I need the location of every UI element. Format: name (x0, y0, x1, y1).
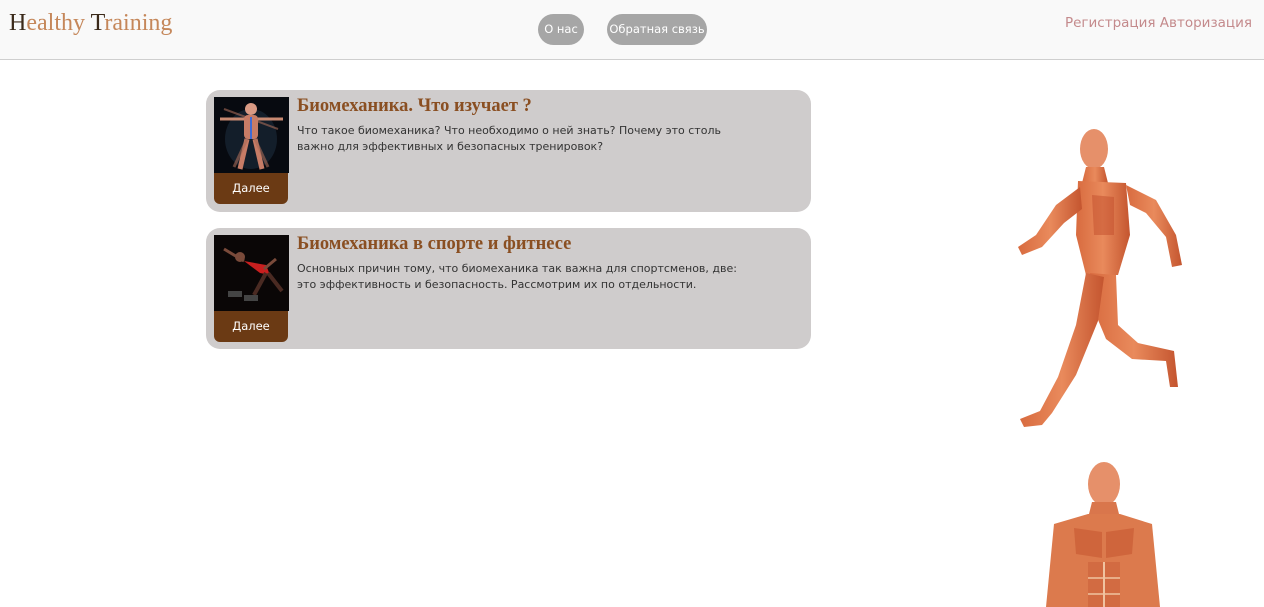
article-card: Далее Биомеханика. Что изучает ? Что так… (206, 90, 811, 212)
article-excerpt: Основных причин тому, что биомеханика та… (297, 262, 737, 291)
article-card: Далее Биомеханика в спорте и фитнесе Осн… (206, 228, 811, 349)
site-logo[interactable]: Healthy Training (9, 9, 172, 37)
nav-about-button[interactable]: О нас (538, 14, 584, 45)
site-header: Healthy Training О нас Обратная связь Ре… (0, 0, 1264, 60)
article-title[interactable]: Биомеханика в спорте и фитнесе (297, 234, 571, 255)
login-link[interactable]: Авторизация (1160, 15, 1252, 31)
more-button[interactable]: Далее (214, 311, 288, 342)
nav-feedback-button[interactable]: Обратная связь (607, 14, 707, 45)
sprinter-icon (214, 235, 289, 311)
article-title[interactable]: Биомеханика. Что изучает ? (297, 96, 532, 117)
anatomy-runner-image (1006, 125, 1196, 455)
anatomy-vitruvian-icon (214, 97, 289, 173)
anatomy-torso-image (1038, 462, 1168, 607)
more-button[interactable]: Далее (214, 173, 288, 204)
auth-links: Регистрация Авторизация (1065, 15, 1252, 31)
article-excerpt: Что такое биомеханика? Что необходимо о … (297, 124, 721, 153)
register-link[interactable]: Регистрация (1065, 15, 1156, 31)
